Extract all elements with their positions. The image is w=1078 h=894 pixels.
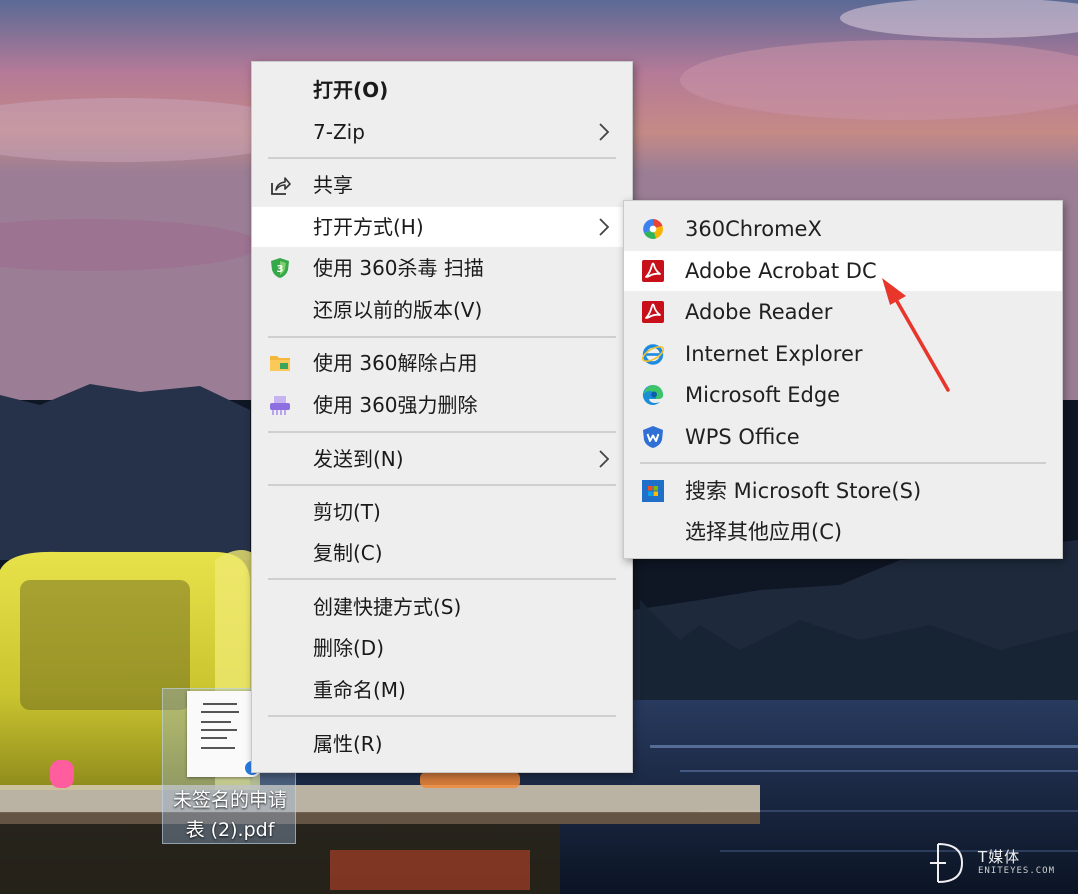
menu-item-cut[interactable]: 剪切(T) — [252, 492, 632, 532]
menu-item-7zip-label: 7-Zip — [313, 120, 365, 144]
adobe-reader-icon — [641, 300, 665, 324]
menu-item-send-to[interactable]: 发送到(N) — [252, 439, 632, 479]
share-icon — [268, 173, 292, 197]
menu-item-create-shortcut-label: 创建快捷方式(S) — [313, 595, 462, 619]
menu-item-scan-360-label: 使用 360杀毒 扫描 — [313, 256, 484, 280]
menu-item-restore-previous-label: 还原以前的版本(V) — [313, 298, 483, 322]
submenu-item-wps-office-label: WPS Office — [685, 425, 800, 449]
menu-separator — [268, 578, 616, 580]
submenu-item-microsoft-edge[interactable]: Microsoft Edge — [624, 375, 1062, 415]
menu-item-cut-label: 剪切(T) — [313, 500, 381, 524]
watermark-title: T媒体 — [978, 848, 1021, 866]
open-with-submenu: 360ChromeX Adobe Acrobat DC Adobe Reader… — [623, 200, 1063, 559]
internet-explorer-icon — [641, 342, 665, 366]
submenu-item-choose-other-label: 选择其他应用(C) — [685, 520, 843, 544]
menu-separator — [268, 715, 616, 717]
submenu-item-internet-explorer[interactable]: Internet Explorer — [624, 334, 1062, 374]
watermark: T媒体 ENITEYES.COM — [924, 840, 1064, 886]
menu-item-share-label: 共享 — [313, 173, 353, 197]
submenu-item-internet-explorer-label: Internet Explorer — [685, 342, 863, 366]
submenu-item-wps-office[interactable]: WPS Office — [624, 417, 1062, 457]
watermark-subtitle: ENITEYES.COM — [978, 866, 1056, 876]
menu-item-delete[interactable]: 删除(D) — [252, 628, 632, 668]
menu-item-rename-label: 重命名(M) — [313, 678, 406, 702]
submenu-item-adobe-acrobat-dc-label: Adobe Acrobat DC — [685, 259, 877, 283]
360-shield-icon: 3 — [268, 256, 292, 280]
menu-item-unlock-360[interactable]: 使用 360解除占用 — [252, 343, 632, 383]
submenu-item-adobe-reader[interactable]: Adobe Reader — [624, 292, 1062, 332]
menu-item-open-with[interactable]: 打开方式(H) — [252, 207, 632, 247]
menu-separator — [268, 484, 616, 486]
folder-unlock-icon — [268, 351, 292, 375]
menu-separator — [640, 462, 1046, 464]
menu-item-create-shortcut[interactable]: 创建快捷方式(S) — [252, 587, 632, 627]
submenu-item-search-store[interactable]: 搜索 Microsoft Store(S) — [624, 471, 1062, 511]
menu-item-share[interactable]: 共享 — [252, 165, 632, 205]
menu-item-copy[interactable]: 复制(C) — [252, 533, 632, 573]
menu-separator — [268, 431, 616, 433]
wps-office-icon — [641, 425, 665, 449]
submenu-item-choose-other[interactable]: 选择其他应用(C) — [624, 512, 1062, 552]
menu-item-unlock-360-label: 使用 360解除占用 — [313, 351, 478, 375]
submenu-item-360chromex-label: 360ChromeX — [685, 217, 822, 241]
menu-item-restore-previous[interactable]: 还原以前的版本(V) — [252, 290, 632, 330]
menu-item-properties-label: 属性(R) — [313, 732, 383, 756]
context-menu: 打开(O) 7-Zip 共享 打开方式(H) 3 使用 360杀毒 扫描 还原以… — [251, 61, 633, 773]
menu-item-scan-360[interactable]: 3 使用 360杀毒 扫描 — [252, 248, 632, 288]
chevron-right-icon — [594, 217, 614, 237]
menu-item-7zip[interactable]: 7-Zip — [252, 112, 632, 152]
submenu-item-adobe-acrobat-dc[interactable]: Adobe Acrobat DC — [624, 251, 1062, 291]
submenu-item-360chromex[interactable]: 360ChromeX — [624, 209, 1062, 249]
menu-item-send-to-label: 发送到(N) — [313, 447, 404, 471]
menu-item-force-delete-360[interactable]: 使用 360强力删除 — [252, 385, 632, 425]
microsoft-store-icon — [641, 479, 665, 503]
menu-item-open-label: 打开(O) — [313, 78, 389, 102]
menu-separator — [268, 336, 616, 338]
microsoft-edge-icon — [641, 383, 665, 407]
submenu-item-adobe-reader-label: Adobe Reader — [685, 300, 833, 324]
menu-item-properties[interactable]: 属性(R) — [252, 724, 632, 764]
menu-separator — [268, 157, 616, 159]
menu-item-rename[interactable]: 重命名(M) — [252, 670, 632, 710]
submenu-item-microsoft-edge-label: Microsoft Edge — [685, 383, 841, 407]
chevron-right-icon — [594, 449, 614, 469]
menu-item-open-with-label: 打开方式(H) — [313, 215, 424, 239]
menu-item-delete-label: 删除(D) — [313, 636, 385, 660]
watermark-logo-icon — [930, 843, 964, 883]
menu-item-force-delete-360-label: 使用 360强力删除 — [313, 393, 478, 417]
desktop-file-name: 未签名的申请 表 (2).pdf — [172, 789, 287, 841]
adobe-acrobat-icon — [641, 259, 665, 283]
svg-text:3: 3 — [277, 264, 284, 275]
chevron-right-icon — [594, 122, 614, 142]
submenu-item-search-store-label: 搜索 Microsoft Store(S) — [685, 479, 922, 503]
menu-item-copy-label: 复制(C) — [313, 541, 383, 565]
menu-item-open[interactable]: 打开(O) — [252, 70, 632, 110]
360chromex-icon — [641, 217, 665, 241]
shredder-icon — [268, 393, 292, 417]
